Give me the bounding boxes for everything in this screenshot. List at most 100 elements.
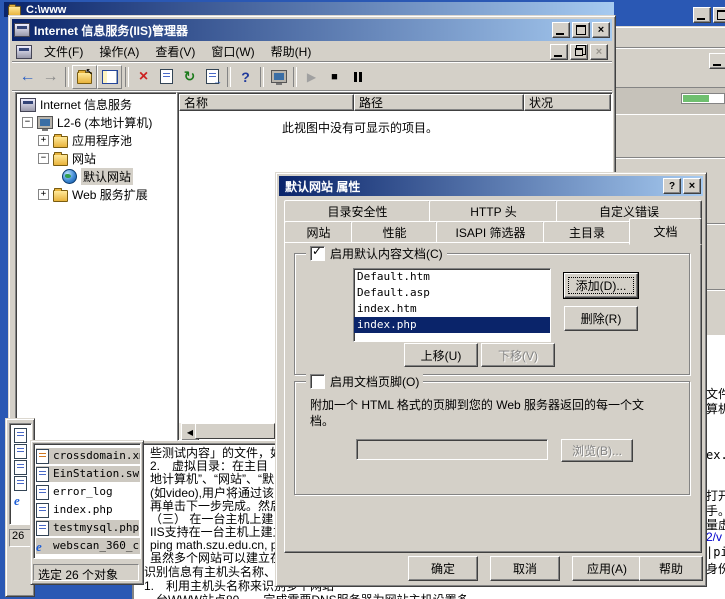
properties-button[interactable]: [155, 66, 178, 88]
remove-button[interactable]: 删除(R): [564, 306, 638, 331]
export-list-button[interactable]: →: [201, 66, 224, 88]
console-root-icon: [20, 98, 36, 112]
footer-path-field[interactable]: [356, 439, 548, 460]
move-down-button[interactable]: 下移(V): [481, 343, 555, 367]
toolbar-separator: [293, 67, 297, 87]
document-list-item-selected[interactable]: index.php: [354, 317, 550, 333]
file-icon[interactable]: [14, 460, 27, 475]
maximize-button[interactable]: [572, 22, 590, 38]
minimize-button[interactable]: [693, 7, 711, 23]
tree-item-websites[interactable]: − 网站: [38, 150, 96, 167]
help-button[interactable]: 帮助: [639, 556, 703, 581]
up-level-button[interactable]: ↖: [72, 65, 97, 89]
file-row[interactable]: testmysql.php: [36, 520, 139, 536]
delete-button[interactable]: ×: [132, 66, 155, 88]
file-icon[interactable]: [14, 476, 27, 491]
mdi-minimize-button[interactable]: [550, 44, 568, 60]
file-name: index.php: [53, 503, 113, 517]
ok-button[interactable]: 确定: [408, 556, 478, 581]
cancel-button[interactable]: 取消: [490, 556, 560, 581]
tree-item-web-extensions[interactable]: + Web 服务扩展: [38, 186, 148, 203]
document-list-item[interactable]: index.htm: [354, 301, 550, 317]
forward-button[interactable]: →: [39, 66, 62, 88]
menu-view[interactable]: 查看(V): [147, 41, 203, 62]
file-icon[interactable]: [14, 444, 27, 459]
back-button[interactable]: ←: [16, 66, 39, 88]
tree-item-label: Internet 信息服务: [40, 96, 132, 113]
menu-window[interactable]: 窗口(W): [203, 41, 262, 62]
document-line: 识别信息有主机头名称、: [144, 566, 276, 579]
apply-button[interactable]: 应用(A): [572, 556, 642, 581]
dialog-title: 默认网站 属性: [285, 178, 360, 195]
tab-directory-security[interactable]: 目录安全性: [284, 200, 431, 223]
iis-toolbar: ← → ↖ × ↻ → ? ▶ ■: [12, 63, 612, 91]
pause-icon: [354, 72, 362, 82]
browse-button[interactable]: 浏览(B)...: [561, 439, 633, 462]
close-button[interactable]: ×: [683, 178, 701, 194]
computer-icon: [271, 70, 287, 83]
php-file-icon: [36, 521, 49, 536]
toolbar-separator: [260, 67, 264, 87]
dialog-titlebar[interactable]: 默认网站 属性 ? ×: [279, 176, 703, 196]
expand-icon[interactable]: +: [38, 135, 49, 146]
tree-item-computer[interactable]: − L2-6 (本地计算机): [22, 114, 152, 131]
tree-item-default-site[interactable]: 默认网站: [62, 168, 133, 185]
tree-item-label: L2-6 (本地计算机): [57, 114, 152, 131]
add-button[interactable]: 添加(D)...: [564, 273, 638, 298]
html-file-icon: e: [36, 540, 49, 553]
delete-icon: ×: [139, 68, 148, 86]
enable-footer-label: 启用文档页脚(O): [330, 373, 419, 390]
internet-explorer-icon[interactable]: e: [14, 494, 27, 507]
file-row[interactable]: index.php: [36, 502, 113, 518]
tab-http-headers[interactable]: HTTP 头: [429, 200, 558, 223]
close-button[interactable]: ×: [592, 22, 610, 38]
document-list-item[interactable]: Default.htm: [354, 269, 550, 285]
show-panes-button[interactable]: [97, 65, 122, 89]
document-link-fragment[interactable]: 2/v: [706, 530, 722, 544]
refresh-button[interactable]: ↻: [178, 66, 201, 88]
pause-item-button[interactable]: [346, 66, 369, 88]
minimize-button[interactable]: [709, 53, 725, 69]
collapse-icon[interactable]: −: [22, 117, 33, 128]
document-fragment: |pin: [706, 545, 725, 559]
tree-item-app-pools[interactable]: + 应用程序池: [38, 132, 132, 149]
file-row[interactable]: ewebscan_360_cn.h: [36, 538, 141, 554]
enable-footer-checkbox[interactable]: [310, 374, 325, 389]
stop-item-button[interactable]: ■: [323, 66, 346, 88]
menu-help[interactable]: 帮助(H): [263, 41, 320, 62]
column-header-name[interactable]: 名称: [179, 94, 354, 111]
file-row[interactable]: EinStation.swf: [36, 466, 141, 482]
file-row[interactable]: error_log: [36, 484, 113, 500]
tab-performance[interactable]: 性能: [351, 221, 438, 244]
file-row[interactable]: crossdomain.xml: [36, 448, 141, 464]
iis-titlebar[interactable]: Internet 信息服务(IIS)管理器 ×: [12, 19, 612, 41]
mdi-restore-button[interactable]: [570, 44, 588, 60]
menu-action[interactable]: 操作(A): [91, 41, 147, 62]
document-list-item[interactable]: Default.asp: [354, 285, 550, 301]
scrollbar-thumb[interactable]: [195, 423, 275, 439]
collapse-icon[interactable]: −: [38, 153, 49, 164]
maximize-button[interactable]: [713, 7, 725, 23]
toolbar-separator: [125, 67, 129, 87]
help-icon: ?: [241, 69, 250, 85]
tab-website[interactable]: 网站: [284, 221, 353, 244]
help-button[interactable]: ?: [234, 66, 257, 88]
minimize-button[interactable]: [552, 22, 570, 38]
column-header-path[interactable]: 路径: [354, 94, 524, 111]
default-documents-listbox[interactable]: Default.htm Default.asp index.htm index.…: [353, 268, 551, 342]
tab-documents-active[interactable]: 文档: [629, 218, 702, 245]
expand-icon[interactable]: +: [38, 189, 49, 200]
menu-file[interactable]: 文件(F): [36, 41, 91, 62]
context-help-button[interactable]: ?: [663, 178, 681, 194]
file-name: testmysql.php: [53, 521, 139, 535]
start-item-button[interactable]: ▶: [300, 66, 323, 88]
move-up-button[interactable]: 上移(U): [404, 343, 478, 367]
enable-default-docs-checkbox[interactable]: [310, 246, 325, 261]
connect-button[interactable]: [267, 66, 290, 88]
column-header-status[interactable]: 状况: [524, 94, 611, 111]
tab-home-directory[interactable]: 主目录: [543, 221, 631, 244]
tab-isapi-filters[interactable]: ISAPI 筛选器: [436, 221, 545, 244]
mdi-close-button[interactable]: ×: [590, 44, 608, 60]
tree-item-root[interactable]: Internet 信息服务: [20, 96, 132, 113]
file-icon[interactable]: [14, 428, 27, 443]
